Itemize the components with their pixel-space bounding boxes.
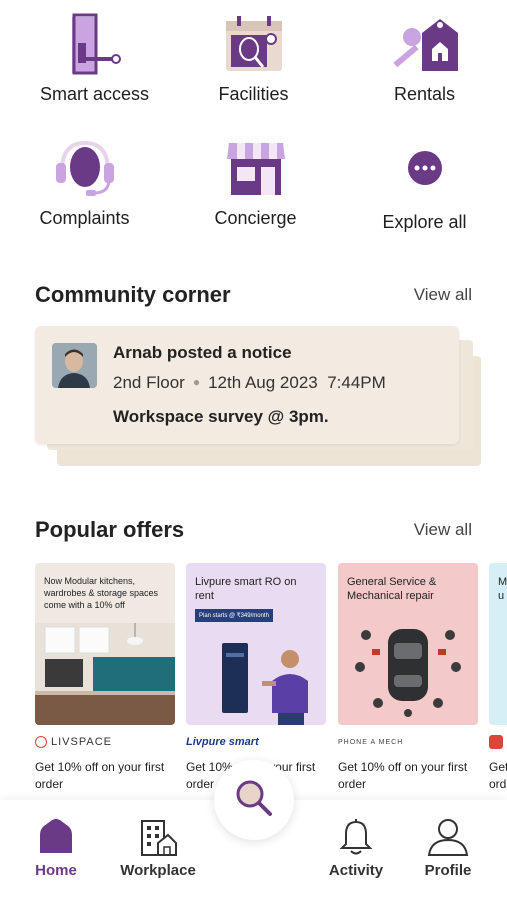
bell-icon — [306, 816, 406, 858]
nav-activity[interactable]: Activity — [306, 816, 406, 879]
avatar — [52, 343, 97, 388]
offer-headline: M u — [498, 576, 507, 602]
service-label: Explore all — [382, 212, 467, 232]
notice-time: 7:44PM — [327, 373, 386, 392]
service-complaints[interactable]: Complaints — [0, 128, 169, 229]
community-view-all-link[interactable]: View all — [414, 285, 472, 305]
notice-title: Arnab posted a notice — [113, 343, 292, 362]
offer-brand — [489, 725, 507, 759]
nav-label: Profile — [424, 862, 472, 879]
notice-date: 12th Aug 2023 — [208, 373, 318, 392]
search-icon — [232, 776, 276, 825]
home-icon — [6, 816, 106, 858]
nav-home[interactable]: Home — [6, 816, 106, 879]
service-facilities[interactable]: Facilities — [169, 4, 338, 105]
building-icon — [108, 816, 208, 858]
offer-description: Get 10% off on your first order — [338, 760, 468, 791]
popular-offers-title: Popular offers — [35, 517, 185, 542]
service-label: Facilities — [218, 84, 289, 104]
house-key-icon — [385, 4, 465, 84]
headset-icon — [45, 128, 125, 208]
service-concierge[interactable]: Concierge — [171, 128, 340, 229]
community-corner-title: Community corner — [35, 282, 231, 307]
notice-meta: 2nd Floor ● 12th Aug 2023 7:44PM — [113, 373, 386, 393]
service-rentals[interactable]: Rentals — [340, 4, 507, 105]
offer-card[interactable]: Now Modular kitchens, wardrobes & storag… — [35, 563, 175, 793]
service-smart-access[interactable]: Smart access — [10, 4, 179, 105]
notice-body: Workspace survey @ 3pm. — [113, 407, 329, 426]
offer-card[interactable]: General Service & Mechanical repair PHON… — [338, 563, 478, 793]
offer-image: M u — [489, 563, 507, 725]
more-dots-icon — [385, 128, 465, 208]
nav-label: Activity — [328, 862, 384, 879]
service-label: Rentals — [393, 84, 456, 104]
notice-card-stack[interactable]: Arnab posted a notice 2nd Floor ● 12th Aug… — [35, 326, 485, 476]
offer-image-car-service: General Service & Mechanical repair — [338, 563, 478, 725]
offer-image-water-purifier: Livpure smart RO on rent Plan starts @ ₹… — [186, 563, 326, 725]
separator-dot: ● — [192, 375, 201, 389]
nav-label: Workplace — [120, 862, 196, 879]
search-button[interactable] — [214, 760, 294, 840]
tennis-calendar-icon — [214, 4, 294, 84]
livspace-logo-icon — [35, 736, 47, 748]
brand-logo-icon — [489, 735, 503, 749]
offer-description: Get ord — [489, 760, 507, 791]
notice-card[interactable]: Arnab posted a notice 2nd Floor ● 12th Aug… — [35, 326, 459, 444]
offer-image-kitchen: Now Modular kitchens, wardrobes & storag… — [35, 563, 175, 725]
offer-brand: PHONE A MECH — [338, 738, 404, 746]
offer-card[interactable]: M u Get ord — [489, 563, 507, 793]
nav-workplace[interactable]: Workplace — [108, 816, 208, 879]
service-label: Smart access — [39, 84, 150, 104]
storefront-icon — [216, 128, 296, 208]
service-explore-all[interactable]: Explore all — [340, 128, 507, 233]
service-label: Complaints — [39, 208, 130, 228]
nav-profile[interactable]: Profile — [398, 816, 498, 879]
offer-brand: Livpure smart — [186, 736, 259, 748]
profile-icon — [398, 816, 498, 858]
nav-label: Home — [35, 862, 77, 879]
offers-view-all-link[interactable]: View all — [414, 520, 472, 540]
offer-brand: LIVSPACE — [35, 725, 175, 759]
service-label: Concierge — [214, 208, 297, 228]
offer-card[interactable]: Livpure smart RO on rent Plan starts @ ₹… — [186, 563, 326, 793]
notice-location: 2nd Floor — [113, 373, 185, 392]
smart-access-icon — [55, 4, 135, 84]
offer-description: Get 10% off on your first order — [35, 760, 165, 791]
